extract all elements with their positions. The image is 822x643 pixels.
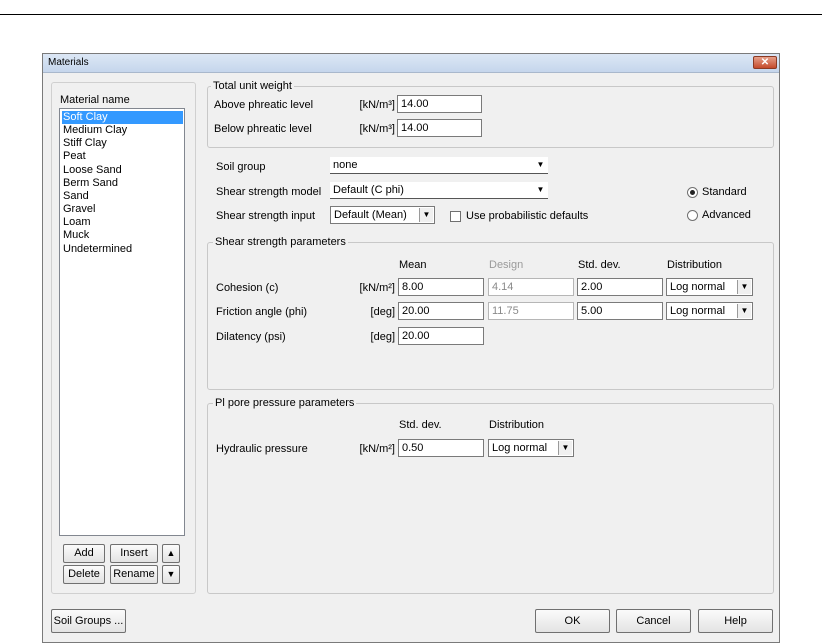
- distribution-column-header: Distribution: [667, 259, 723, 271]
- above-phreatic-unit: [kN/m³]: [359, 99, 395, 111]
- arrow-down-icon: ▼: [166, 569, 176, 579]
- unit-weight-group: [207, 86, 774, 148]
- chevron-down-icon: ▼: [419, 208, 433, 222]
- chevron-down-icon: ▼: [536, 160, 545, 169]
- list-item[interactable]: Undetermined: [62, 243, 183, 256]
- friction-design-field: 11.75: [488, 302, 574, 320]
- chevron-down-icon: ▼: [536, 185, 545, 194]
- chevron-down-icon: ▼: [558, 441, 572, 455]
- material-list[interactable]: Soft Clay Medium Clay Stiff Clay Peat Lo…: [59, 108, 185, 536]
- standard-label: Standard: [702, 186, 747, 198]
- move-down-button[interactable]: ▼: [162, 565, 180, 584]
- chevron-down-icon: ▼: [737, 280, 751, 294]
- probabilistic-defaults-label: Use probabilistic defaults: [466, 210, 589, 222]
- add-button[interactable]: Add: [63, 544, 105, 563]
- advanced-radio[interactable]: [687, 210, 698, 221]
- std-dev-column-header: Std. dev.: [578, 259, 621, 271]
- ok-button[interactable]: OK: [535, 609, 610, 633]
- hydraulic-std-input[interactable]: 0.50: [398, 439, 484, 457]
- friction-std-input[interactable]: 5.00: [577, 302, 663, 320]
- soil-group-label: Soil group: [216, 161, 266, 173]
- cohesion-label: Cohesion (c): [216, 282, 279, 294]
- list-item[interactable]: Loam: [62, 216, 183, 229]
- list-item[interactable]: Soft Clay: [62, 111, 183, 124]
- advanced-label: Advanced: [702, 209, 751, 221]
- move-up-button[interactable]: ▲: [162, 544, 180, 563]
- mean-column-header: Mean: [399, 259, 427, 271]
- standard-radio[interactable]: [687, 187, 698, 198]
- list-item[interactable]: Gravel: [62, 203, 183, 216]
- soil-groups-button[interactable]: Soil Groups ...: [51, 609, 126, 633]
- hydraulic-distribution-select[interactable]: Log normal ▼: [488, 439, 574, 457]
- friction-angle-label: Friction angle (phi): [216, 306, 308, 318]
- pore-distribution-column-header: Distribution: [489, 419, 545, 431]
- shear-model-value: Default (C phi): [333, 184, 404, 196]
- below-phreatic-unit: [kN/m³]: [359, 123, 395, 135]
- close-icon: ✕: [760, 57, 770, 68]
- cohesion-unit: [kN/m²]: [359, 282, 395, 294]
- material-name-label: Material name: [60, 94, 130, 106]
- below-phreatic-input[interactable]: 14.00: [397, 119, 482, 137]
- pore-pressure-title: Pl pore pressure parameters: [213, 397, 357, 409]
- hydraulic-distribution-value: Log normal: [492, 442, 548, 454]
- friction-distribution-select[interactable]: Log normal ▼: [666, 302, 753, 320]
- friction-mean-input[interactable]: 20.00: [398, 302, 484, 320]
- shear-model-select[interactable]: Default (C phi) ▼: [330, 182, 548, 199]
- title-bar: Materials ✕: [43, 54, 779, 73]
- list-item[interactable]: Medium Clay: [62, 124, 183, 137]
- friction-angle-unit: [deg]: [370, 306, 395, 318]
- dilatency-mean-input[interactable]: 20.00: [398, 327, 484, 345]
- cohesion-design-field: 4.14: [488, 278, 574, 296]
- list-item[interactable]: Stiff Clay: [62, 137, 183, 150]
- top-separator-line: [0, 14, 822, 15]
- pore-std-column-header: Std. dev.: [399, 419, 442, 431]
- list-item[interactable]: Sand: [62, 190, 183, 203]
- materials-dialog: Materials ✕ Material name Soft Clay Medi…: [42, 53, 780, 643]
- soil-group-select[interactable]: none ▼: [330, 157, 548, 174]
- dilatency-unit: [deg]: [370, 331, 395, 343]
- shear-input-label: Shear strength input: [216, 210, 316, 222]
- window-title: Materials: [48, 57, 89, 68]
- delete-button[interactable]: Delete: [63, 565, 105, 584]
- cohesion-distribution-value: Log normal: [670, 281, 726, 293]
- cohesion-mean-input[interactable]: 8.00: [398, 278, 484, 296]
- shear-strength-title: Shear strength parameters: [213, 236, 348, 248]
- close-button[interactable]: ✕: [753, 56, 777, 69]
- arrow-up-icon: ▲: [166, 548, 176, 558]
- cohesion-distribution-select[interactable]: Log normal ▼: [666, 278, 753, 296]
- below-phreatic-label: Below phreatic level: [214, 123, 312, 135]
- above-phreatic-label: Above phreatic level: [214, 99, 314, 111]
- hydraulic-pressure-unit: [kN/m²]: [359, 443, 395, 455]
- rename-button[interactable]: Rename: [110, 565, 158, 584]
- list-item[interactable]: Berm Sand: [62, 177, 183, 190]
- chevron-down-icon: ▼: [737, 304, 751, 318]
- shear-input-select[interactable]: Default (Mean) ▼: [330, 206, 435, 224]
- soil-group-value: none: [333, 159, 358, 171]
- dilatency-label: Dilatency (psi): [216, 331, 286, 343]
- cancel-button[interactable]: Cancel: [616, 609, 691, 633]
- help-button[interactable]: Help: [698, 609, 773, 633]
- shear-model-label: Shear strength model: [216, 186, 322, 198]
- cohesion-std-input[interactable]: 2.00: [577, 278, 663, 296]
- shear-input-value: Default (Mean): [334, 209, 407, 221]
- unit-weight-title: Total unit weight: [211, 80, 294, 92]
- probabilistic-defaults-checkbox[interactable]: [450, 211, 461, 222]
- list-item[interactable]: Loose Sand: [62, 164, 183, 177]
- hydraulic-pressure-label: Hydraulic pressure: [216, 443, 308, 455]
- friction-distribution-value: Log normal: [670, 305, 726, 317]
- insert-button[interactable]: Insert: [110, 544, 158, 563]
- above-phreatic-input[interactable]: 14.00: [397, 95, 482, 113]
- design-column-header: Design: [489, 259, 524, 271]
- list-item[interactable]: Peat: [62, 150, 183, 163]
- list-item[interactable]: Muck: [62, 229, 183, 242]
